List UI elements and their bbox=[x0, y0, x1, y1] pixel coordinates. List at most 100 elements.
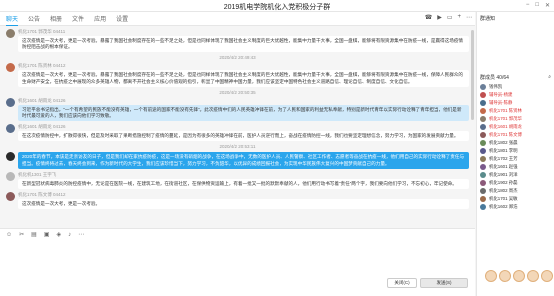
tab-files[interactable]: 文件 bbox=[72, 12, 84, 25]
member-item[interactable]: 机化1701 郭茂华 bbox=[480, 115, 551, 123]
chat-scrollbar[interactable] bbox=[471, 30, 474, 120]
message-timestamp: 2020/4/2 20:53:11 bbox=[219, 144, 256, 150]
chat-message: 2020年的春节，本该是走亲访友的日子，但是我们却在家抗疫防疫，这是一场没有硝烟… bbox=[6, 152, 469, 169]
message-bubble: 这次疫情是一次大考，更是一次考验。 bbox=[18, 199, 469, 210]
message-timestamp: 2020/4/2 20:49:43 bbox=[219, 55, 256, 61]
avatar[interactable] bbox=[6, 63, 15, 73]
member-item[interactable]: 机化1701 吴敏 bbox=[480, 195, 551, 203]
screen-share-icon[interactable]: ▭ bbox=[447, 14, 453, 21]
avatar[interactable] bbox=[6, 171, 15, 181]
close-button[interactable]: 关闭(C) bbox=[387, 278, 417, 288]
image-icon[interactable]: ▣ bbox=[44, 231, 50, 238]
search-icon[interactable]: ⌕ bbox=[548, 74, 551, 81]
member-item[interactable]: 机化1601 赵强 bbox=[480, 163, 551, 171]
emoji-icon[interactable]: ☺ bbox=[6, 232, 12, 238]
member-name: 机化1902 孙磊 bbox=[489, 180, 518, 185]
message-bubble: 这次疫情是一次大考，更是一次考验。暴露了我国社会制度存在的一些不足之处，但是也同… bbox=[18, 70, 469, 87]
chat-message: 机化机1301 王宇飞 在新型冠状病毒肺炎的防控疫情中，无论是在医院一线，在建筑工… bbox=[6, 171, 469, 190]
member-item[interactable]: 机化1801 李明 bbox=[480, 147, 551, 155]
tab-album[interactable]: 相册 bbox=[50, 12, 62, 25]
tab-settings[interactable]: 设置 bbox=[116, 12, 128, 25]
reaction-emoji[interactable] bbox=[499, 270, 511, 282]
sender-name[interactable]: 机化1701 郭茂华 04411 bbox=[18, 29, 469, 35]
avatar[interactable] bbox=[6, 29, 15, 38]
member-name: 机化1901 刘洋 bbox=[489, 172, 518, 177]
more-icon[interactable]: ⋯ bbox=[466, 14, 472, 21]
more-icon[interactable]: ⋯ bbox=[78, 231, 84, 238]
message-body: 机化机1301 王宇飞 在新型冠状病毒肺炎的防控疫情中，无论是在医院一线，在建筑工… bbox=[18, 172, 469, 190]
member-name: 钱伟凯 bbox=[489, 84, 503, 89]
message-bubble: 在新型冠状病毒肺炎的防控疫情中，无论是在医院一线，在建筑工地，在街道社区，在保供… bbox=[18, 178, 469, 190]
member-item[interactable]: 机化1701 陈贤林 bbox=[480, 107, 551, 115]
send-button[interactable]: 发送(S) bbox=[420, 278, 468, 288]
folder-icon[interactable]: ▤ bbox=[31, 231, 37, 238]
sender-name[interactable]: 机化1701 陈贤林 04412 bbox=[18, 63, 469, 69]
sender-name[interactable]: 机化1601 胡雨龙 04126 bbox=[18, 124, 469, 130]
member-name: 机化1701 陈贤林 bbox=[489, 108, 522, 113]
tab-notice[interactable]: 公告 bbox=[28, 12, 40, 25]
maximize-icon[interactable]: □ bbox=[535, 2, 539, 9]
tab-actions: ☎ ▶ ▭ + ⋯ bbox=[425, 14, 472, 21]
message-timestamp: 2020/4/2 20:50:35 bbox=[219, 89, 256, 95]
add-member-icon[interactable]: + bbox=[457, 14, 461, 21]
reaction-emoji[interactable] bbox=[485, 270, 497, 282]
minimize-icon[interactable]: − bbox=[526, 2, 530, 9]
members-header: 群成员 40/64 ⌕ bbox=[480, 74, 551, 81]
chat-messages: 机化1701 郭茂华 04411 这次疫情是一次大考，更是一次考验。暴露了我国社会… bbox=[0, 27, 475, 228]
message-bubble: 这次疫情是一次大考，更是一次考验。暴露了我国社会制度存在的一些不足之处，但是也同… bbox=[18, 36, 469, 53]
member-item[interactable]: 机化1802 周杰 bbox=[480, 187, 551, 195]
message-body: 机化1701 陈文博 04412 这次疫情是一次大考，更是一次考验。 bbox=[18, 192, 469, 210]
member-avatar bbox=[480, 164, 486, 170]
member-item[interactable]: 机化1902 孙磊 bbox=[480, 179, 551, 187]
member-item[interactable]: 辅导员-陈静 bbox=[480, 99, 551, 107]
tab-chat[interactable]: 聊天 bbox=[6, 12, 19, 26]
sender-name[interactable]: 机化机1301 王宇飞 bbox=[18, 172, 469, 178]
chat-message: 机化1601 胡雨龙 04126 习近平总书记指出，“一个有希望的民族不能没有英雄… bbox=[6, 97, 469, 122]
member-list: 钱伟凯 辅导员-杨建 辅导员-陈静 机化1701 陈贤林 机化1701 郭茂华 机化160… bbox=[480, 83, 551, 211]
avatar[interactable] bbox=[6, 97, 15, 107]
member-name: 机化1702 王芳 bbox=[489, 156, 518, 161]
member-item[interactable]: 机化1702 王芳 bbox=[480, 155, 551, 163]
close-icon[interactable]: ✕ bbox=[545, 2, 550, 9]
emoji-reactions bbox=[485, 270, 553, 282]
member-avatar bbox=[480, 172, 486, 178]
member-avatar bbox=[480, 108, 486, 114]
scissors-icon[interactable]: ✂ bbox=[19, 231, 24, 238]
sender-name[interactable]: 机化1701 陈文博 04412 bbox=[18, 192, 469, 198]
member-item[interactable]: 辅导员-杨建 bbox=[480, 91, 551, 99]
message-bubble: 在这次疫情防控中，扩散得很快，但是及时采取了果断措施控制了疫情的蔓延，是因为有很… bbox=[18, 131, 469, 142]
member-item[interactable]: 机化1602 郑浩 bbox=[480, 203, 551, 211]
group-sidebar: 群通知 群成员 40/64 ⌕ 钱伟凯辅导员-杨建辅导员-陈静 机化1701 陈贤… bbox=[476, 12, 554, 296]
video-icon[interactable]: ▶ bbox=[437, 14, 442, 21]
member-item[interactable]: 机化1802 张晨 bbox=[480, 139, 551, 147]
avatar[interactable] bbox=[6, 124, 15, 134]
member-avatar bbox=[480, 148, 486, 154]
reaction-emoji[interactable] bbox=[541, 270, 553, 282]
avatar[interactable] bbox=[6, 152, 15, 162]
member-name: 机化1602 郑浩 bbox=[489, 204, 518, 209]
reaction-emoji[interactable] bbox=[527, 270, 539, 282]
avatar[interactable] bbox=[6, 192, 15, 202]
member-avatar bbox=[480, 92, 486, 98]
tab-bar: 聊天 公告 相册 文件 应用 设置 bbox=[0, 12, 475, 26]
member-name: 机化1601 胡雨龙 bbox=[489, 124, 522, 129]
tab-apps[interactable]: 应用 bbox=[94, 12, 106, 25]
notice-text bbox=[480, 24, 551, 71]
member-item[interactable]: 机化1601 胡雨龙 bbox=[480, 123, 551, 131]
member-item[interactable]: 机化1701 陈文博 bbox=[480, 131, 551, 139]
message-body: 机化1601 胡雨龙 04126 习近平总书记指出，“一个有希望的民族不能没有英雄… bbox=[18, 98, 469, 122]
member-name: 辅导员-杨建 bbox=[489, 92, 513, 97]
chat-message: 机化1701 陈贤林 04412 这次疫情是一次大考，更是一次考验。暴露了我国社会… bbox=[6, 63, 469, 87]
reaction-emoji[interactable] bbox=[513, 270, 525, 282]
gift-icon[interactable]: ◈ bbox=[57, 231, 62, 238]
message-bubble: 习近平总书记指出，“一个有希望的民族不能没有英雄，一个有前途的国家不能没有先锋”… bbox=[18, 104, 469, 122]
phone-icon[interactable]: ☎ bbox=[425, 14, 432, 21]
notice-title: 群通知 bbox=[480, 16, 496, 22]
voice-icon[interactable]: ♪ bbox=[68, 232, 71, 238]
member-avatar bbox=[480, 196, 486, 202]
member-item[interactable]: 机化1901 刘洋 bbox=[480, 171, 551, 179]
member-item[interactable]: 钱伟凯 bbox=[480, 83, 551, 91]
sender-name[interactable]: 机化1601 胡雨龙 04126 bbox=[18, 98, 469, 104]
member-name: 机化1802 周杰 bbox=[489, 188, 518, 193]
member-name: 机化1701 吴敏 bbox=[489, 196, 518, 201]
